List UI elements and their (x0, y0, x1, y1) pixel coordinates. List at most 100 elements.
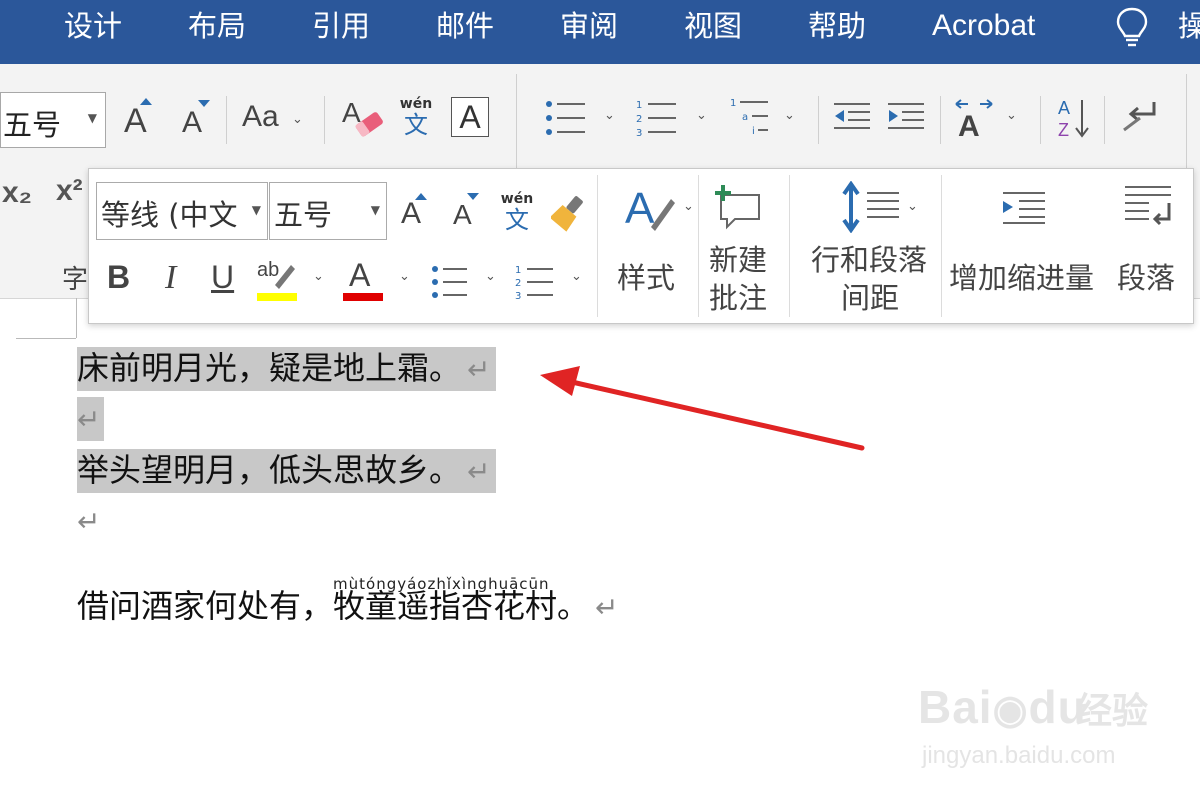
numbering-icon[interactable]: 1 2 3 (636, 98, 680, 138)
tab-view[interactable]: 视图 (684, 8, 742, 44)
font-color-label: A (349, 257, 371, 293)
margin-corner-mark (76, 298, 77, 338)
text-highlight-button[interactable]: ab (257, 259, 299, 303)
character-border-label: A (459, 99, 481, 135)
ribbon-group-divider (1186, 74, 1187, 170)
styles-icon[interactable]: A (625, 183, 675, 235)
character-spacing-icon[interactable]: A (952, 96, 996, 138)
increase-indent-label[interactable]: 增加缩进量 (949, 259, 1094, 297)
chevron-down-icon: ▼ (251, 203, 261, 217)
mini-divider (789, 175, 790, 317)
phonetic-bottom-text: 文 (404, 111, 428, 139)
doc-line-1-text: 床前明月光，疑是地上霜。 (77, 349, 462, 387)
chevron-down-icon[interactable]: ⌄ (313, 269, 324, 284)
chevron-down-icon[interactable]: ⌄ (683, 199, 694, 214)
doc-line-2[interactable]: 举头望明月，低头思故乡。 ↵ (77, 446, 497, 496)
clear-formatting-icon[interactable]: A (340, 94, 384, 140)
mini-font-size-select[interactable]: 五号 ▼ (269, 182, 387, 240)
svg-text:A: A (342, 97, 361, 128)
mini-divider (597, 175, 598, 317)
arrow-up-icon (140, 98, 152, 105)
ribbon-group-divider (516, 74, 517, 170)
styles-label[interactable]: 样式 (617, 259, 675, 297)
svg-text:a: a (742, 112, 748, 123)
grow-font-button[interactable]: A (124, 98, 152, 141)
chevron-down-icon: ⌄ (292, 112, 303, 127)
mini-font-name-select[interactable]: 等线 (中文 ▼ (96, 182, 268, 240)
ribbon-divider (324, 96, 325, 144)
paragraph-settings-icon[interactable] (1123, 185, 1173, 231)
chevron-down-icon[interactable]: ⌄ (485, 269, 496, 284)
margin-corner-mark (16, 338, 76, 339)
tab-review[interactable]: 审阅 (560, 8, 618, 44)
chevron-down-icon[interactable]: ⌄ (571, 269, 582, 284)
underline-button[interactable]: U (211, 259, 234, 296)
arrow-down-icon (198, 100, 210, 107)
letter-a-icon: A (182, 106, 203, 139)
new-comment-label-line1[interactable]: 新建 (709, 241, 767, 279)
tab-acrobat[interactable]: Acrobat (932, 8, 1035, 44)
new-comment-icon[interactable] (713, 183, 763, 231)
svg-text:1: 1 (730, 98, 736, 109)
bold-label: B (107, 259, 131, 295)
letter-a-icon: A (401, 197, 422, 230)
tab-layout[interactable]: 布局 (188, 8, 246, 44)
mini-phonetic-guide-button[interactable]: wén 文 (499, 191, 535, 233)
bullets-icon[interactable] (545, 100, 589, 136)
font-color-button[interactable]: A (343, 257, 383, 303)
lightbulb-icon[interactable] (1115, 6, 1149, 48)
tab-references[interactable]: 引用 (312, 8, 370, 44)
paragraph-mark: ↵ (595, 591, 619, 624)
tab-design[interactable]: 设计 (64, 8, 122, 44)
ribbon-font-size-select[interactable]: 五号 ▼ (0, 92, 106, 148)
mini-divider (941, 175, 942, 317)
tab-help[interactable]: 帮助 (808, 8, 866, 44)
ribbon-divider (1104, 96, 1105, 144)
svg-text:A: A (1058, 98, 1070, 118)
chevron-down-icon[interactable]: ⌄ (399, 269, 410, 284)
mini-numbering-icon[interactable]: 1 2 3 (515, 263, 555, 301)
subscript-button[interactable]: x₂ (2, 176, 32, 210)
chevron-down-icon: ▼ (87, 111, 97, 125)
line-spacing-icon[interactable] (841, 181, 901, 233)
superscript-button[interactable]: x² (56, 174, 83, 208)
doc-line-3[interactable]: 借问酒家何处有， mùtóngyáozhǐxìnghuācūn 牧童遥指杏花村。 ↵ (77, 575, 619, 632)
tab-mailings[interactable]: 邮件 (436, 8, 494, 44)
paragraph-mark: ↵ (77, 403, 101, 436)
italic-button[interactable]: I (165, 259, 176, 297)
svg-text:A: A (958, 110, 980, 138)
chevron-down-icon[interactable]: ⌄ (907, 199, 918, 214)
mini-increase-indent-icon[interactable] (1001, 191, 1047, 225)
bold-button[interactable]: B (107, 259, 130, 296)
chevron-down-icon[interactable]: ⌄ (1006, 108, 1017, 123)
show-marks-icon[interactable] (1118, 100, 1162, 134)
mini-bullets-icon[interactable] (431, 265, 469, 299)
watermark-brand-cn: 经验 (1076, 691, 1149, 732)
doc-line-1[interactable]: 床前明月光，疑是地上霜。 ↵ (77, 344, 497, 394)
watermark-brand-part1: Bai (918, 681, 993, 733)
increase-indent-icon[interactable] (886, 102, 926, 132)
doc-empty-line-1[interactable]: ↵ (77, 394, 105, 444)
character-border-button[interactable]: A (451, 97, 489, 137)
change-case-button[interactable]: Aa ⌄ (242, 100, 303, 134)
baidu-watermark: Bai◉du 经验 jingyan.baidu.com (918, 672, 1168, 782)
mini-shrink-font-button[interactable]: A (453, 193, 479, 231)
svg-text:1: 1 (636, 100, 642, 111)
decrease-indent-icon[interactable] (832, 102, 872, 132)
mini-grow-font-button[interactable]: A (401, 193, 427, 231)
format-painter-icon[interactable] (551, 193, 587, 233)
tab-overflow[interactable]: 操 (1178, 8, 1200, 44)
chevron-down-icon[interactable]: ⌄ (604, 108, 615, 123)
ribbon-divider (818, 96, 819, 144)
doc-empty-line-2[interactable]: ↵ (77, 496, 100, 546)
chevron-down-icon[interactable]: ⌄ (784, 108, 795, 123)
phonetic-guide-button[interactable]: wén 文 (398, 96, 434, 138)
chevron-down-icon[interactable]: ⌄ (696, 108, 707, 123)
sort-icon[interactable]: A Z (1056, 96, 1090, 140)
line-spacing-label-line1[interactable]: 行和段落 (811, 241, 927, 279)
paragraph-label[interactable]: 段落 (1117, 259, 1175, 297)
phonetic-ruby-group: mùtóngyáozhǐxìnghuācūn 牧童遥指杏花村 (333, 575, 557, 630)
multilevel-list-icon[interactable]: 1 a i (730, 96, 774, 138)
phonetic-top-text: wén (500, 191, 534, 207)
shrink-font-button[interactable]: A (182, 100, 210, 140)
